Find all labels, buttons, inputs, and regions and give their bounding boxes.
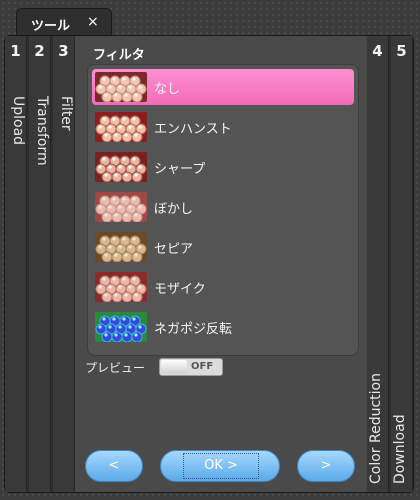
step-number: 4 [372, 42, 383, 60]
tool-panel: 1 Upload 2 Transform 3 Filter フィルタ なし エン… [4, 35, 414, 493]
thumbnail-image [95, 312, 147, 342]
focus-ring: OK > [183, 453, 259, 479]
filter-item-sepia[interactable]: セピア [92, 229, 354, 265]
filter-item-blur[interactable]: ぼかし [92, 189, 354, 225]
filter-panel: フィルタ なし エンハンスト シャープ ぼかし セピア モザイク ネガポジ反転 … [75, 36, 367, 492]
filter-list: なし エンハンスト シャープ ぼかし セピア モザイク ネガポジ反転 [87, 64, 359, 356]
step-number: 3 [58, 42, 69, 60]
next-label: > [320, 458, 332, 473]
next-button[interactable]: > [297, 450, 355, 482]
filter-label: モザイク [154, 282, 206, 297]
filter-label: ネガポジ反転 [154, 322, 233, 337]
filter-label: ぼかし [154, 202, 194, 217]
step-number: 5 [396, 42, 407, 60]
filter-item-negative[interactable]: ネガポジ反転 [92, 309, 354, 345]
thumbnail-image [95, 192, 147, 222]
step-label: Transform [34, 96, 50, 166]
step-color-reduction[interactable]: 4 Color Reduction [367, 36, 389, 492]
thumbnail-image [95, 152, 147, 182]
filter-item-none[interactable]: なし [92, 69, 354, 105]
step-label: Upload [10, 96, 26, 146]
ok-button[interactable]: OK > [160, 450, 280, 482]
step-number: 2 [34, 42, 45, 60]
toggle-state: OFF [191, 361, 214, 372]
filter-label: なし [154, 82, 181, 97]
ok-label: OK > [204, 458, 238, 473]
thumbnail-image [95, 72, 147, 102]
prev-label: < [108, 458, 120, 473]
filter-item-sharp[interactable]: シャープ [92, 149, 354, 185]
step-filter[interactable]: 3 Filter [53, 36, 75, 492]
toggle-knob [161, 360, 187, 374]
tab-title: ツール [31, 19, 71, 34]
thumbnail-image [95, 112, 147, 142]
step-download[interactable]: 5 Download [391, 36, 413, 492]
filter-label: セピア [154, 242, 194, 257]
prev-button[interactable]: < [85, 450, 143, 482]
filter-label: シャープ [154, 162, 206, 177]
section-title: フィルタ [93, 48, 145, 63]
filter-label: エンハンスト [154, 122, 232, 137]
step-transform[interactable]: 2 Transform [29, 36, 51, 492]
thumbnail-image [95, 272, 147, 302]
step-label: Download [392, 414, 408, 484]
thumbnail-image [95, 232, 147, 262]
step-label: Filter [58, 96, 74, 131]
preview-label: プレビュー [85, 361, 146, 375]
preview-toggle[interactable]: OFF [159, 358, 223, 376]
step-label: Color Reduction [368, 373, 384, 484]
filter-item-enhanced[interactable]: エンハンスト [92, 109, 354, 145]
filter-item-mosaic[interactable]: モザイク [92, 269, 354, 305]
step-number: 1 [10, 42, 21, 60]
tool-tab[interactable]: ツール × [16, 8, 112, 36]
close-icon[interactable]: × [87, 14, 99, 30]
step-upload[interactable]: 1 Upload [5, 36, 27, 492]
